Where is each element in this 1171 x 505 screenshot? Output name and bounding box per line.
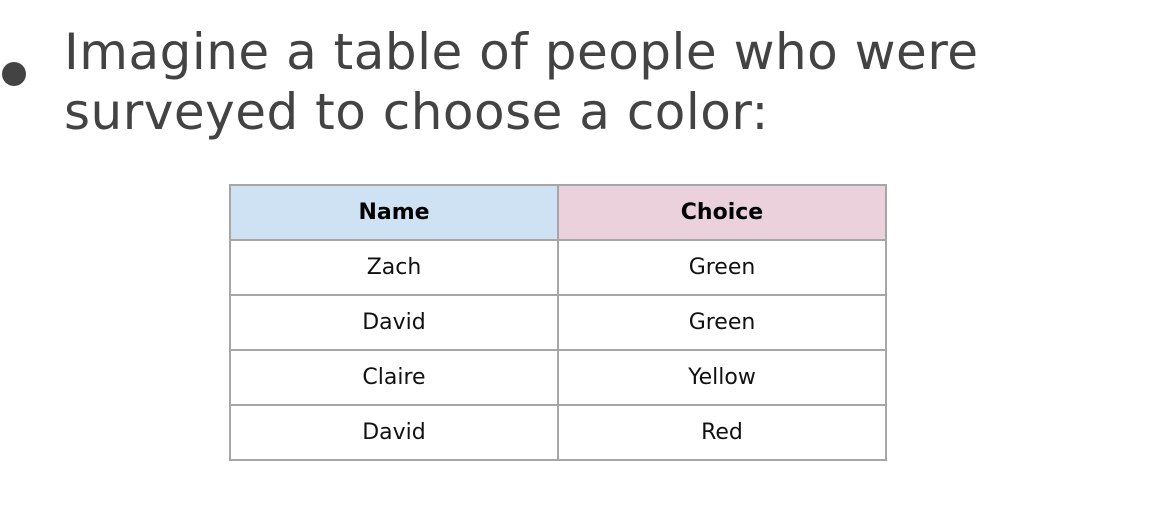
slide: Imagine a table of people who were surve… [0, 0, 1171, 505]
bullet-text: Imagine a table of people who were surve… [64, 23, 979, 141]
table-header-row: Name Choice [229, 184, 887, 241]
column-header-name: Name [229, 184, 559, 241]
table-row: Zach Green [229, 239, 887, 296]
cell-choice: Red [557, 404, 887, 461]
bullet-dot-icon [2, 62, 26, 86]
cell-choice: Green [557, 294, 887, 351]
cell-name: Claire [229, 349, 559, 406]
cell-choice: Yellow [557, 349, 887, 406]
cell-name: Zach [229, 239, 559, 296]
cell-name: David [229, 294, 559, 351]
table-row: David Red [229, 404, 887, 461]
survey-table: Name Choice Zach Green David Green Clair… [229, 184, 887, 461]
cell-name: David [229, 404, 559, 461]
table-row: Claire Yellow [229, 349, 887, 406]
table-row: David Green [229, 294, 887, 351]
column-header-choice: Choice [557, 184, 887, 241]
cell-choice: Green [557, 239, 887, 296]
